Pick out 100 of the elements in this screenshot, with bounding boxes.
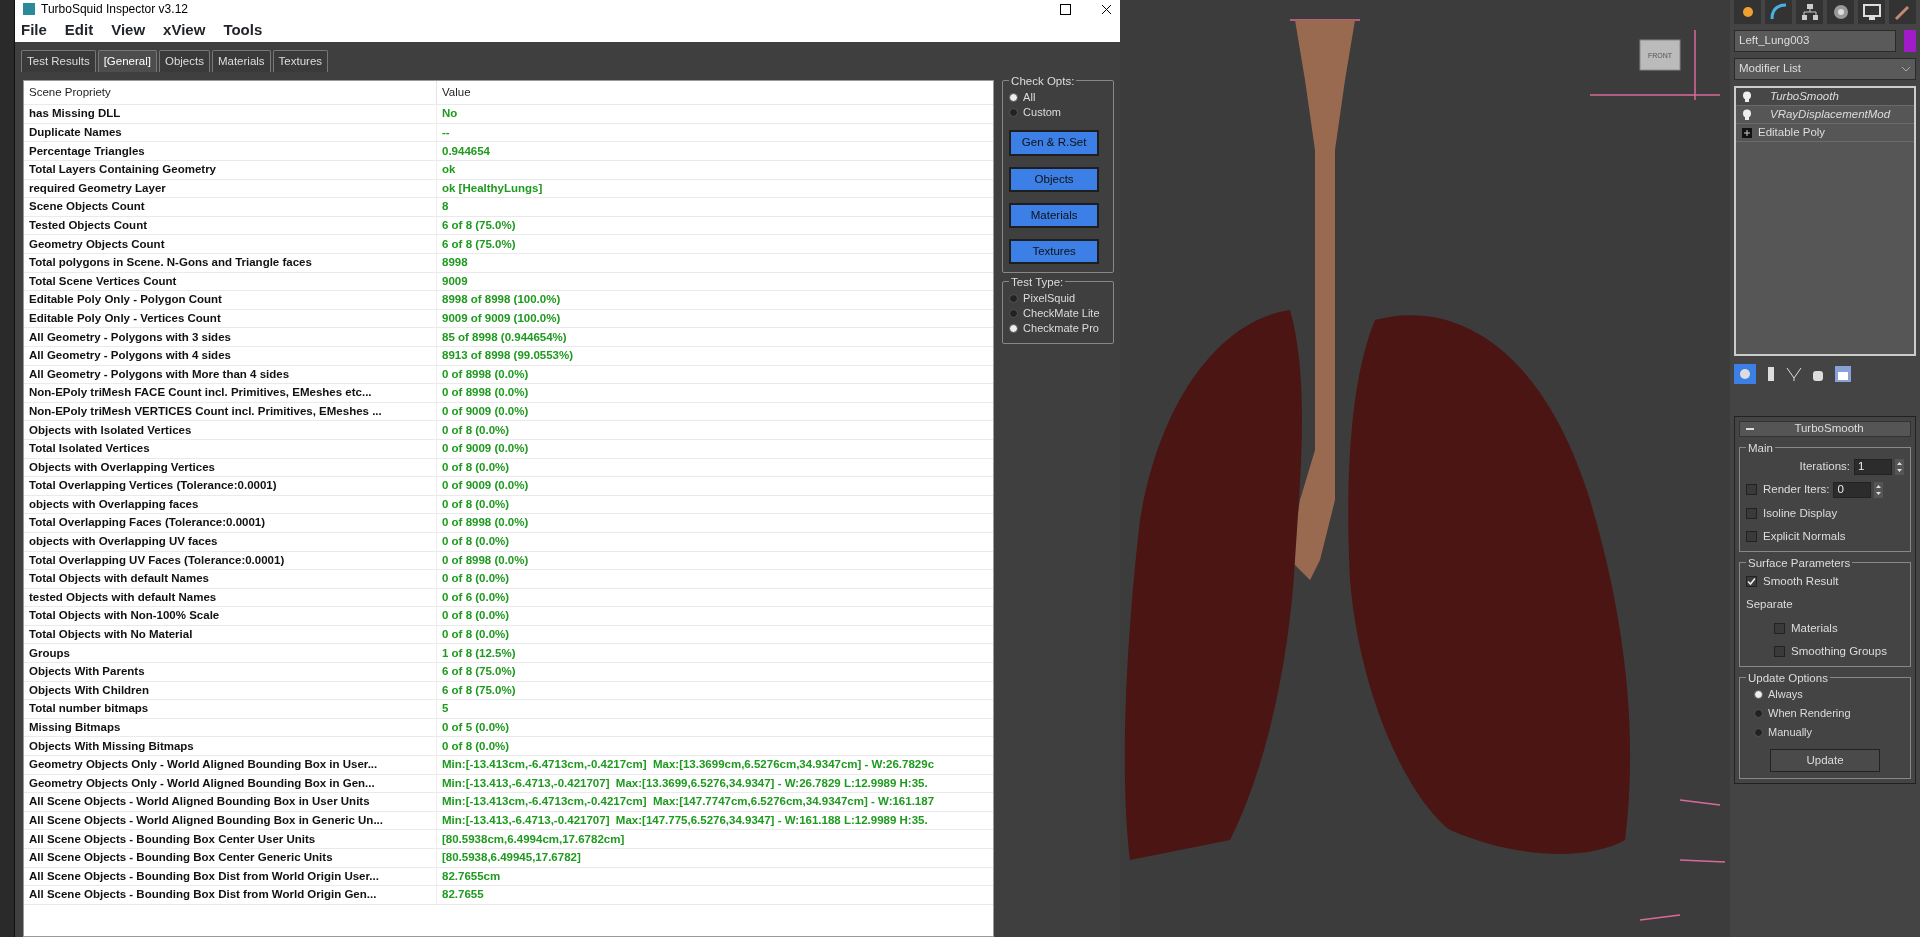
lightbulb-icon[interactable]: [1742, 90, 1752, 103]
bar-icon[interactable]: [1766, 366, 1776, 382]
hierarchy-icon[interactable]: [1799, 2, 1820, 22]
property-value: 0 of 6 (0.0%): [436, 588, 994, 607]
tab[interactable]: [General]: [97, 50, 157, 73]
menu-item[interactable]: Tools: [223, 18, 263, 42]
window-title: TurboSquid Inspector v3.12: [41, 1, 189, 18]
column-header[interactable]: Scene Propriety: [24, 84, 436, 102]
property-value: Min:[-13.413,-6.4713,-0.421707] Max:[147.775,6.5276,34.9347] - W:161.188 L:12.9989 H:35.: [436, 811, 994, 830]
rollout-title: TurboSmooth: [1793, 421, 1865, 437]
monitor-icon[interactable]: [1861, 2, 1882, 22]
fork-icon[interactable]: [1786, 366, 1802, 382]
property-name: Total Objects with default Names: [28, 571, 210, 587]
property-value: [80.5938,6.49945,17.6782]: [436, 849, 994, 867]
option-button[interactable]: Textures: [1009, 239, 1100, 265]
property-value: 0 of 8 (0.0%): [436, 532, 994, 551]
radio-button[interactable]: Checkmate Pro: [1009, 322, 1107, 336]
menu-item[interactable]: View: [111, 18, 146, 42]
object-name-field[interactable]: Left_Lung003: [1734, 30, 1896, 52]
property-value: Min:[-13.413,-6.4713,-0.421707] Max:[13.3699,6.5276,34.9347] - W:26.7829 L:12.9989 H:35.: [436, 774, 994, 793]
property-name: Total Isolated Vertices: [28, 441, 151, 457]
curve-icon[interactable]: [1768, 2, 1789, 22]
property-value: Min:[-13.413cm,-6.4713cm,-0.4217cm] Max:[13.3699cm,6.5276cm,34.9347cm] - W:26.7829c: [436, 756, 994, 774]
stack-item-label: VRayDisplacementMod: [1769, 106, 1891, 122]
radio-button[interactable]: Always: [1754, 688, 1904, 701]
property-name: Total Overlapping UV Faces (Tolerance:0.0001): [28, 552, 286, 568]
property-name: All Scene Objects - Bounding Box Dist from World Origin User...: [28, 868, 380, 884]
property-name: All Geometry - Polygons with 3 sides: [28, 329, 232, 345]
column-header[interactable]: Value: [436, 81, 994, 105]
tab[interactable]: Test Results: [21, 50, 96, 73]
stack-item[interactable]: TurboSmooth: [1736, 88, 1914, 106]
property-value: 0 of 8998 (0.0%): [436, 365, 994, 384]
stack-item[interactable]: Editable Poly: [1736, 124, 1914, 142]
maximize-icon[interactable]: [1060, 3, 1071, 15]
menu-item[interactable]: File: [21, 18, 47, 42]
spinner-arrows-icon[interactable]: [1874, 481, 1884, 498]
property-name: objects with Overlapping faces: [28, 496, 200, 512]
checkbox[interactable]: Smoothing Groups: [1774, 642, 1904, 660]
property-value: 0 of 5 (0.0%): [436, 718, 994, 737]
property-value: 0 of 9009 (0.0%): [436, 402, 994, 421]
group-label: Separate: [1746, 597, 1794, 613]
property-value: 9009 of 9009 (100.0%): [436, 309, 994, 328]
property-name: Total Objects with No Material: [28, 627, 194, 643]
spinner-field[interactable]: 0: [1833, 481, 1872, 498]
property-name: Tested Objects Count: [28, 218, 148, 233]
radio-button[interactable]: When Rendering: [1754, 707, 1904, 720]
property-name: Non-EPoly triMesh FACE Count incl. Primitives, EMeshes etc...: [28, 385, 373, 401]
radio-button[interactable]: All: [1009, 91, 1107, 105]
update-button[interactable]: Update: [1770, 749, 1880, 773]
property-name: Total Scene Vertices Count: [28, 273, 178, 289]
property-value: 8: [436, 198, 994, 216]
tab[interactable]: Materials: [211, 50, 271, 73]
property-value: 0 of 8998 (0.0%): [436, 514, 994, 532]
expand-icon[interactable]: [1742, 127, 1752, 138]
property-value: No: [436, 105, 994, 123]
stack-item-label: Editable Poly: [1758, 124, 1826, 140]
property-name: Total Objects with Non-100% Scale: [28, 608, 221, 624]
stack-item[interactable]: VRayDisplacementMod: [1736, 106, 1914, 124]
checkbox[interactable]: Render Iters:: [1746, 481, 1830, 499]
checkbox[interactable]: Smooth Result: [1746, 573, 1904, 591]
checkbox[interactable]: Isoline Display: [1746, 504, 1904, 522]
property-name: Geometry Objects Count: [28, 236, 166, 252]
radio-button[interactable]: CheckMate Lite: [1009, 307, 1107, 321]
spinner-field[interactable]: 1: [1854, 458, 1892, 475]
property-name: All Scene Objects - Bounding Box Center Generic Units: [28, 850, 334, 866]
property-name: Percentage Triangles: [28, 143, 146, 159]
tab[interactable]: Objects: [158, 50, 210, 73]
property-name: Geometry Objects Only - World Aligned Bounding Box in Gen...: [28, 775, 376, 791]
radio-button[interactable]: PixelSquid: [1009, 292, 1107, 306]
lightbulb-icon[interactable]: [1742, 108, 1752, 121]
modifier-list-dropdown[interactable]: Modifier List: [1734, 58, 1916, 80]
configure-icon[interactable]: [1834, 365, 1852, 383]
tab[interactable]: Textures: [272, 50, 329, 73]
property-name: Total number bitmaps: [28, 701, 150, 717]
property-value: 0 of 8998 (0.0%): [436, 551, 994, 570]
option-button[interactable]: Gen & R.Set: [1009, 130, 1100, 156]
radio-button[interactable]: Manually: [1754, 726, 1904, 739]
property-value: 8998: [436, 254, 994, 272]
menu-item[interactable]: Edit: [64, 18, 94, 42]
checkbox[interactable]: Materials: [1774, 619, 1904, 637]
checkbox[interactable]: Explicit Normals: [1746, 527, 1904, 545]
property-value: 6 of 8 (75.0%): [436, 216, 994, 235]
option-button[interactable]: Objects: [1009, 166, 1100, 192]
option-button[interactable]: Materials: [1009, 202, 1100, 228]
radio-button[interactable]: Custom: [1009, 106, 1107, 120]
property-name: All Geometry - Polygons with 4 sides: [28, 348, 232, 364]
property-name: Total Layers Containing Geometry: [28, 162, 217, 178]
property-value: 0.944654: [436, 142, 994, 161]
spinner-arrows-icon[interactable]: [1895, 458, 1904, 475]
property-name: Total polygons in Scene. N-Gons and Triangle faces: [28, 255, 313, 271]
rollout-header[interactable]: TurboSmooth: [1739, 421, 1911, 437]
object-color-swatch[interactable]: [1904, 30, 1916, 52]
property-name: Duplicate Names: [28, 125, 123, 140]
property-name: Geometry Objects Only - World Aligned Bounding Box in User...: [28, 757, 379, 773]
property-name: has Missing DLL: [28, 106, 122, 122]
caret-icon[interactable]: [1901, 65, 1911, 73]
menu-item[interactable]: xView: [163, 18, 206, 42]
property-value: ok [HealthyLungs]: [436, 179, 994, 198]
close-icon[interactable]: [1101, 3, 1112, 15]
checkmark-icon: [1747, 577, 1756, 587]
